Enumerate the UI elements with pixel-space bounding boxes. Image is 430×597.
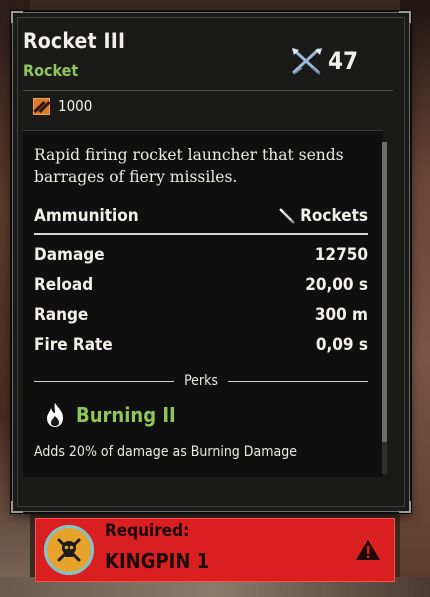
cost-icon	[33, 97, 50, 115]
cost-value: 1000	[58, 97, 93, 115]
corner-ornament	[11, 501, 23, 513]
stat-label: Ammunition	[34, 206, 139, 226]
perk-description: Adds 20% of damage as Burning Damage	[34, 444, 297, 460]
header-divider	[23, 90, 393, 91]
warning-icon	[356, 540, 380, 560]
stat-label: Damage	[34, 245, 105, 265]
stat-value: 300 m	[314, 305, 368, 325]
corner-ornament	[399, 501, 411, 513]
stat-label: Fire Rate	[34, 335, 113, 355]
requirement-value: KINGPIN 1	[105, 549, 210, 573]
ammunition-value: Rockets	[300, 206, 368, 226]
divider-line	[227, 380, 369, 382]
power-value: 47	[328, 47, 359, 75]
perks-section-label: Perks	[184, 373, 218, 389]
ammunition-divider	[34, 233, 368, 235]
perks-divider: Perks	[34, 373, 369, 389]
stat-row-reload: Reload 20,00 s	[34, 275, 368, 295]
divider-line	[34, 380, 175, 382]
rocket-ammo-icon	[279, 208, 295, 224]
stat-row-range: Range 300 m	[34, 305, 368, 325]
stat-value: 20,00 s	[305, 275, 368, 295]
requirement-label: Required:	[105, 521, 190, 541]
power-rating: 47	[290, 46, 358, 76]
item-name: Rocket III	[23, 29, 126, 53]
corner-ornament	[399, 11, 411, 23]
skull-icon	[57, 538, 81, 562]
item-type: Rocket	[23, 61, 79, 80]
stat-label: Range	[34, 305, 89, 325]
stat-value: 0,09 s	[315, 335, 368, 355]
item-description: Rapid firing rocket launcher that sends …	[34, 146, 344, 186]
perk-name: Burning II	[76, 403, 176, 427]
stat-label: Reload	[34, 275, 94, 295]
stat-row-ammunition: Ammunition Rockets	[34, 206, 368, 226]
crossed-rockets-icon	[292, 48, 322, 75]
stat-row-fire-rate: Fire Rate 0,09 s	[34, 335, 368, 355]
stat-value: 12750	[314, 245, 368, 265]
stat-value: Rockets	[278, 206, 368, 226]
scrollbar-thumb[interactable]	[382, 142, 387, 442]
stat-row-damage: Damage 12750	[34, 245, 368, 265]
flame-icon	[47, 403, 63, 427]
corner-ornament	[11, 11, 23, 23]
skull-badge-icon	[44, 525, 94, 575]
cost-row: 1000	[33, 97, 92, 115]
perk-item: Burning II	[44, 402, 176, 428]
